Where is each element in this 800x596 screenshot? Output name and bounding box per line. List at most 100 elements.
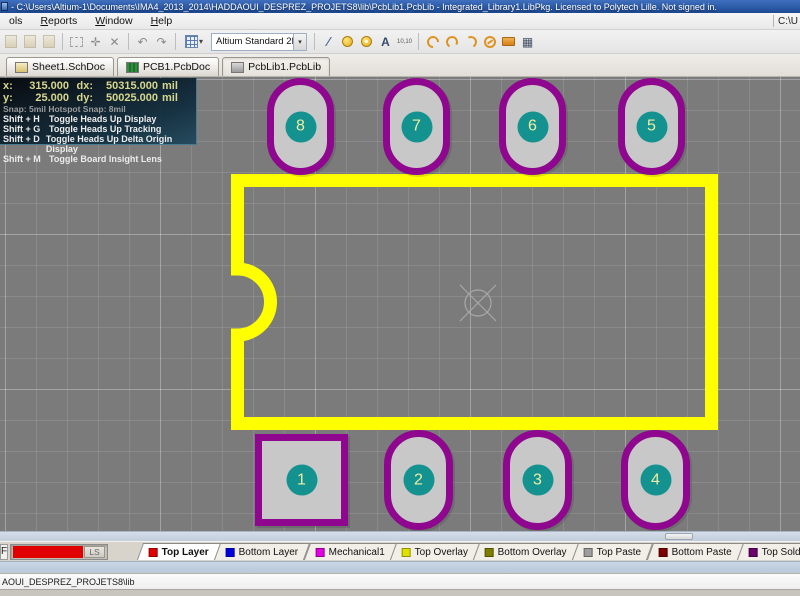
layer-tab-bottom-paste[interactable]: Bottom Paste bbox=[646, 543, 743, 560]
layer-tab-top-solder[interactable]: Top Solder bbox=[737, 543, 800, 560]
view-mode-select[interactable]: Altium Standard 2D ▾ bbox=[211, 33, 307, 51]
layer-color-icon bbox=[402, 548, 411, 557]
heads-up-display: x: 315.000 dx: 50315.000 mil y: 25.000 d… bbox=[0, 78, 197, 145]
divider bbox=[128, 33, 129, 50]
full-circle-button[interactable] bbox=[481, 33, 498, 51]
horizontal-scrollbar[interactable] bbox=[0, 531, 800, 541]
app-icon bbox=[1, 2, 8, 11]
place-line-button[interactable]: ∕ bbox=[320, 33, 337, 51]
shortcut-row: Shift + DToggle Heads Up Delta Origin Di… bbox=[3, 134, 196, 154]
menu-item-tools[interactable]: ols bbox=[0, 13, 31, 29]
place-string-button[interactable]: A bbox=[377, 33, 394, 51]
cursor-y-value: 25.000 bbox=[17, 92, 69, 104]
hud-y-row: y: 25.000 dy: 50025.000 mil bbox=[3, 92, 196, 104]
layer-tab-top-paste[interactable]: Top Paste bbox=[572, 543, 654, 560]
status-path-text: AOUI_DESPREZ_PROJETS8\lib bbox=[2, 577, 135, 587]
layer-color-icon bbox=[315, 548, 324, 557]
full-circle-icon bbox=[484, 36, 496, 48]
menu-right-path: C:\U bbox=[773, 15, 800, 27]
pcblib-file-icon bbox=[231, 62, 244, 73]
divider bbox=[314, 33, 315, 50]
chevron-down-icon: ▾ bbox=[293, 34, 306, 50]
array-icon: ▦ bbox=[522, 35, 533, 49]
origin-marker bbox=[460, 285, 496, 321]
shortcut-row: Shift + HToggle Heads Up Display bbox=[3, 114, 196, 124]
grid-icon bbox=[185, 35, 198, 48]
place-pad-button[interactable] bbox=[339, 33, 356, 51]
tab-pcb1-pcbdoc[interactable]: PCB1.PcbDoc bbox=[117, 57, 219, 76]
grid-settings-button[interactable]: ▾ bbox=[181, 33, 207, 51]
pcb-editor-canvas[interactable]: x: 315.000 dx: 50315.000 mil y: 25.000 d… bbox=[0, 77, 800, 531]
place-coordinate-button[interactable]: 10,10 bbox=[396, 33, 413, 51]
tab-pcblib1-pcblib[interactable]: PcbLib1.PcbLib bbox=[222, 57, 330, 76]
place-fill-button[interactable] bbox=[500, 33, 517, 51]
select-area-button[interactable] bbox=[68, 33, 85, 51]
undo-icon: ↶ bbox=[137, 35, 147, 49]
layer-tab-bottom-overlay[interactable]: Bottom Overlay bbox=[473, 543, 579, 560]
pad-7-number: 7 bbox=[401, 111, 432, 142]
cross-icon: ✕ bbox=[109, 35, 119, 49]
menu-item-reports[interactable]: Reports bbox=[31, 13, 86, 29]
pad-5[interactable]: 5 bbox=[618, 78, 685, 175]
copy-button[interactable] bbox=[21, 33, 38, 51]
pad-3[interactable]: 3 bbox=[503, 430, 572, 530]
undo-button[interactable]: ↶ bbox=[134, 33, 151, 51]
paste-special-icon bbox=[43, 35, 55, 48]
menu-item-help[interactable]: Help bbox=[142, 13, 182, 29]
title-bar[interactable]: - C:\Users\Altium-1\Documents\IMA4_2013_… bbox=[0, 0, 800, 13]
cursor-dy-value: 50025.000 bbox=[96, 92, 158, 104]
scrollbar-thumb[interactable] bbox=[665, 533, 693, 540]
pad-7[interactable]: 7 bbox=[383, 78, 450, 175]
text-icon: A bbox=[381, 35, 390, 49]
pcb-file-icon bbox=[126, 62, 139, 73]
layer-tab-bottom-layer[interactable]: Bottom Layer bbox=[214, 543, 311, 560]
layer-color-icon bbox=[658, 548, 667, 557]
layer-color-icon bbox=[748, 548, 757, 557]
layer-tabs: Top Layer Bottom Layer Mechanical1 Top O… bbox=[140, 543, 800, 560]
clear-selection-button[interactable]: ✕ bbox=[106, 33, 123, 51]
pad-8[interactable]: 8 bbox=[267, 78, 334, 175]
layer-set-button[interactable]: LS bbox=[84, 546, 105, 558]
layer-color-icon bbox=[584, 548, 593, 557]
divider bbox=[62, 33, 63, 50]
arc-any-angle-button[interactable] bbox=[462, 33, 479, 51]
pad-4[interactable]: 4 bbox=[621, 430, 690, 530]
pad-6[interactable]: 6 bbox=[499, 78, 566, 175]
bottom-strip bbox=[0, 589, 800, 596]
view-mode-value: Altium Standard 2D bbox=[212, 36, 293, 47]
via-icon bbox=[361, 36, 372, 47]
pad-6-number: 6 bbox=[517, 111, 548, 142]
cursor-dx-value: 50315.000 bbox=[96, 80, 158, 92]
pad-4-number: 4 bbox=[640, 465, 671, 496]
panel-fragment[interactable]: F bbox=[0, 544, 8, 560]
main-toolbar: ✛ ✕ ↶ ↷ ▾ Altium Standard 2D ▾ ∕ A 10,10… bbox=[0, 30, 800, 54]
move-button[interactable]: ✛ bbox=[87, 33, 104, 51]
menu-bar: ols Reports Window Help C:\U bbox=[0, 13, 800, 30]
paste-special-button[interactable] bbox=[40, 33, 57, 51]
title-text: - C:\Users\Altium-1\Documents\IMA4_2013_… bbox=[11, 2, 717, 12]
selection-rectangle-icon bbox=[70, 37, 83, 47]
redo-button[interactable]: ↷ bbox=[153, 33, 170, 51]
layer-tab-bar: F LS Top Layer Bottom Layer Mechanical1 … bbox=[0, 541, 800, 561]
arc-center-icon bbox=[424, 33, 441, 50]
divider bbox=[175, 33, 176, 50]
place-via-button[interactable] bbox=[358, 33, 375, 51]
layer-tab-top-overlay[interactable]: Top Overlay bbox=[390, 543, 481, 560]
tab-sheet1-schdoc[interactable]: Sheet1.SchDoc bbox=[6, 57, 114, 76]
menu-item-window[interactable]: Window bbox=[86, 13, 141, 29]
document-tabs: Sheet1.SchDoc PCB1.PcbDoc PcbLib1.PcbLib bbox=[0, 54, 800, 77]
paste-button[interactable] bbox=[2, 33, 19, 51]
pad-2[interactable]: 2 bbox=[384, 430, 453, 530]
silkscreen-outline[interactable] bbox=[238, 181, 712, 424]
layer-set-control[interactable]: LS bbox=[10, 544, 108, 560]
pad-2-number: 2 bbox=[403, 465, 434, 496]
arc-any-angle-icon bbox=[463, 34, 478, 49]
copy-icon bbox=[24, 35, 36, 48]
paste-array-button[interactable]: ▦ bbox=[519, 33, 536, 51]
layer-tab-mechanical1[interactable]: Mechanical1 bbox=[304, 543, 397, 560]
pad-3-number: 3 bbox=[522, 465, 553, 496]
layer-tab-top-layer[interactable]: Top Layer bbox=[137, 543, 221, 560]
arc-center-button[interactable] bbox=[424, 33, 441, 51]
pad-1[interactable]: 1 bbox=[255, 434, 348, 526]
arc-edge-button[interactable] bbox=[443, 33, 460, 51]
